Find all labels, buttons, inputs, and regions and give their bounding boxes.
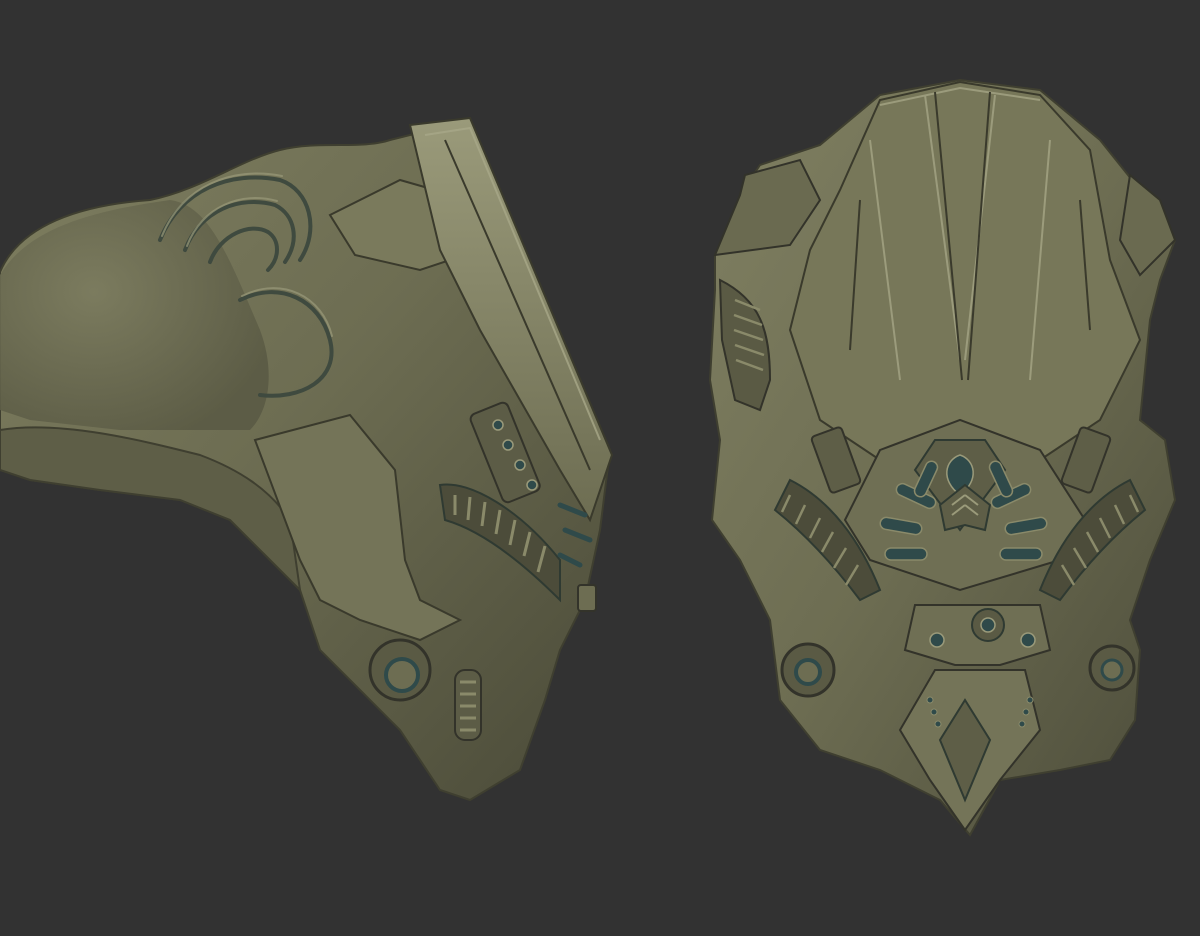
viewport-canvas: [0, 0, 1200, 936]
sculpt-viewport[interactable]: [0, 0, 1200, 936]
side-ear-ring: [368, 638, 432, 702]
side-lower-ribs: [454, 669, 482, 741]
